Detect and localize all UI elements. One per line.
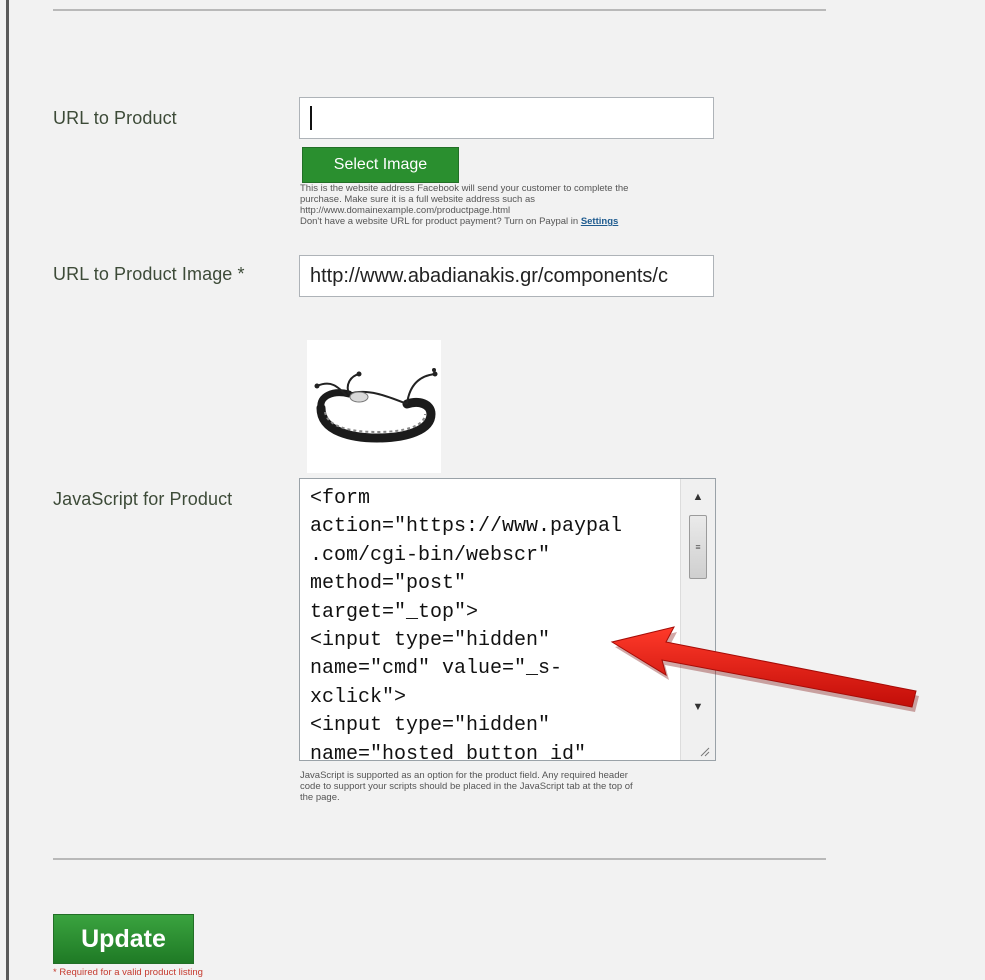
help-line: JavaScript is supported as an option for… [300,770,628,781]
javascript-help: JavaScript is supported as an option for… [300,770,820,803]
red-arrow-annotation [610,626,919,712]
bracelet-image [307,340,441,473]
scroll-up-arrow-icon[interactable]: ▲ [681,479,715,515]
url-product-input[interactable] [299,97,714,139]
resize-lines [700,747,710,757]
help-line: the page. [300,792,340,803]
help-line: purchase. Make sure it is a full website… [300,194,535,205]
url-image-label: URL to Product Image * [53,264,245,284]
resize-grip-icon[interactable] [680,736,715,760]
url-product-label: URL to Product [53,108,177,128]
settings-link[interactable]: Settings [581,216,618,227]
product-image-thumbnail [307,340,441,473]
update-button[interactable]: Update [53,914,194,964]
help-line: Don't have a website URL for product pay… [300,216,820,227]
text-caret [310,106,312,130]
help-line: code to support your scripts should be p… [300,781,633,792]
scroll-grip-icon[interactable]: ≡ [689,515,707,579]
help-line: This is the website address Facebook wil… [300,183,629,194]
top-divider [53,9,826,11]
select-image-button[interactable]: Select Image [302,147,459,183]
url-product-help: This is the website address Facebook wil… [300,183,820,227]
required-note: * Required for a valid product listing [53,967,203,978]
url-image-input[interactable] [299,255,714,297]
javascript-label: JavaScript for Product [53,489,233,509]
bottom-divider [53,858,826,860]
help-line-text: Don't have a website URL for product pay… [300,216,579,227]
help-line: http://www.domainexample.com/productpage… [300,205,511,216]
